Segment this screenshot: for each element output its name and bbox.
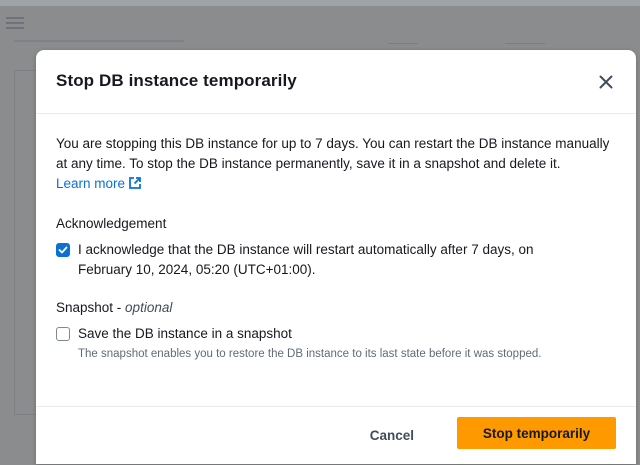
snapshot-label-text: Snapshot	[56, 300, 114, 315]
background-divider	[505, 43, 545, 44]
acknowledgement-text: I acknowledge that the DB instance will …	[78, 242, 534, 277]
snapshot-checkbox[interactable]	[56, 327, 70, 341]
background-top-bar	[0, 0, 640, 6]
close-button[interactable]	[594, 70, 618, 94]
acknowledgement-row[interactable]: I acknowledge that the DB instance will …	[56, 240, 616, 280]
check-icon	[58, 246, 68, 254]
learn-more-link[interactable]: Learn more	[56, 176, 142, 191]
snapshot-row[interactable]: Save the DB instance in a snapshot The s…	[56, 324, 616, 362]
stop-temporarily-button[interactable]: Stop temporarily	[457, 417, 616, 449]
acknowledgement-label: Acknowledgement	[56, 216, 167, 231]
intro-body: You are stopping this DB instance for up…	[56, 136, 610, 171]
modal-title: Stop DB instance temporarily	[56, 71, 297, 90]
snapshot-label: Snapshot - optional	[56, 300, 173, 315]
snapshot-option-text: Save the DB instance in a snapshot	[78, 326, 292, 341]
modal-header: Stop DB instance temporarily	[36, 50, 636, 114]
modal-body: You are stopping this DB instance for up…	[36, 114, 636, 362]
cancel-button[interactable]: Cancel	[356, 419, 428, 451]
learn-more-label: Learn more	[56, 176, 126, 191]
snapshot-option: Save the DB instance in a snapshot The s…	[78, 324, 541, 362]
external-link-icon	[129, 177, 141, 189]
close-icon	[599, 75, 613, 89]
acknowledgement-checkbox[interactable]	[56, 243, 70, 257]
background-divider	[388, 43, 418, 44]
menu-icon	[6, 14, 24, 32]
snapshot-description: The snapshot enables you to restore the …	[78, 348, 542, 360]
intro-text: You are stopping this DB instance for up…	[56, 134, 616, 194]
optional-hint: optional	[125, 300, 173, 315]
modal-footer: Cancel Stop temporarily	[36, 406, 636, 464]
stop-db-modal: Stop DB instance temporarily You are sto…	[36, 50, 636, 464]
